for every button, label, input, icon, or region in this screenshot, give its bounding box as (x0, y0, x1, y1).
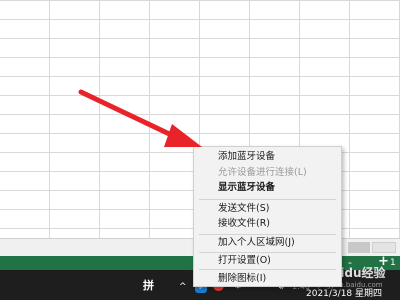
arrow-shaft (78, 89, 185, 143)
red-pointer-arrow (78, 89, 202, 147)
arrow-head (164, 124, 202, 147)
